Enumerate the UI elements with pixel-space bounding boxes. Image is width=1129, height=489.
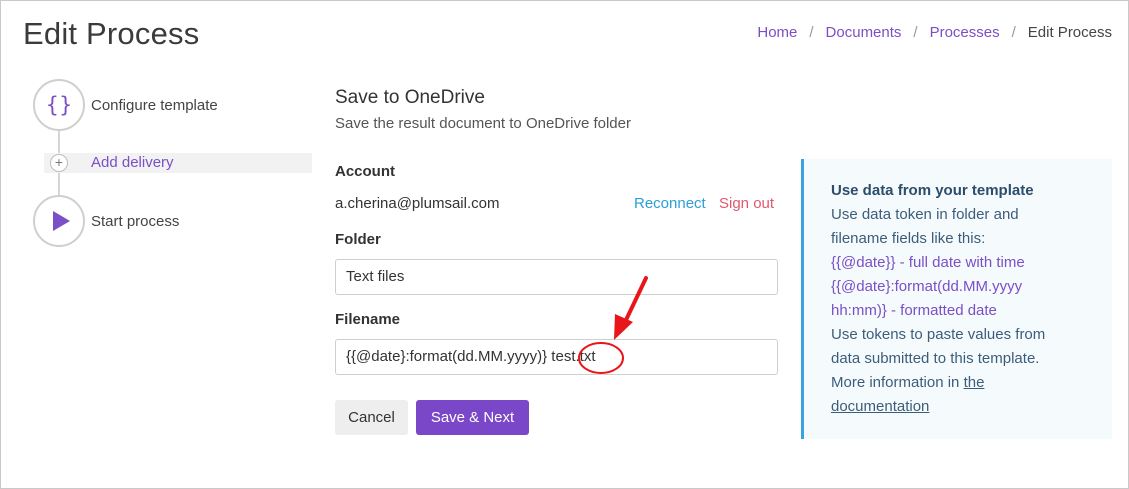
sign-out-link[interactable]: Sign out (719, 195, 774, 212)
info-text: data submitted to this template. (831, 350, 1040, 367)
breadcrumb-documents[interactable]: Documents (826, 24, 902, 41)
cancel-button[interactable]: Cancel (335, 400, 408, 435)
folder-label: Folder (335, 231, 381, 248)
breadcrumb-separator: / (809, 24, 814, 41)
info-text: More information in the (831, 371, 1098, 395)
page-title: Edit Process (23, 16, 200, 51)
info-title: Use data from your template (831, 182, 1034, 199)
step-configure-template[interactable]: {} (33, 79, 85, 131)
breadcrumb-current: Edit Process (1027, 24, 1112, 41)
info-token-example: {{@date}} - full date with time (831, 254, 1025, 271)
documentation-link[interactable]: documentation (831, 398, 929, 415)
folder-input[interactable]: Text files (335, 259, 778, 295)
info-text: Use data token in folder and (831, 206, 1019, 223)
info-text: filename fields like this: (831, 230, 986, 247)
breadcrumb-processes[interactable]: Processes (930, 24, 1000, 41)
step-add-delivery-label[interactable]: Add delivery (91, 154, 174, 171)
braces-icon: {} (45, 93, 73, 117)
info-more-text: More information in (831, 374, 964, 391)
section-title: Save to OneDrive (335, 87, 485, 108)
breadcrumb-separator: / (913, 24, 918, 41)
info-text: documentation (831, 395, 1098, 419)
add-delivery-row[interactable] (44, 153, 312, 173)
info-token-example: hh:mm)} - formatted date (831, 302, 997, 319)
step-start-process[interactable] (33, 195, 85, 247)
account-email: a.cherina@plumsail.com (335, 195, 500, 212)
documentation-link[interactable]: the (964, 374, 985, 391)
filename-label: Filename (335, 311, 401, 328)
info-panel: Use data from your template Use data tok… (801, 159, 1112, 439)
section-subtitle: Save the result document to OneDrive fol… (335, 115, 631, 132)
save-next-button[interactable]: Save & Next (416, 400, 529, 435)
step-configure-label[interactable]: Configure template (91, 97, 218, 114)
account-label: Account (335, 163, 395, 180)
plus-icon[interactable]: + (50, 154, 68, 172)
reconnect-link[interactable]: Reconnect (634, 195, 706, 212)
step-start-label[interactable]: Start process (91, 213, 179, 230)
breadcrumb: Home / Documents / Processes / Edit Proc… (757, 24, 1112, 41)
breadcrumb-separator: / (1011, 24, 1016, 41)
info-token-example: {{@date}:format(dd.MM.yyyy (831, 278, 1023, 295)
filename-input[interactable]: {{@date}:format(dd.MM.yyyy)} test.txt (335, 339, 778, 375)
info-text: Use tokens to paste values from (831, 326, 1046, 343)
play-icon (52, 211, 70, 231)
breadcrumb-home[interactable]: Home (757, 24, 797, 41)
